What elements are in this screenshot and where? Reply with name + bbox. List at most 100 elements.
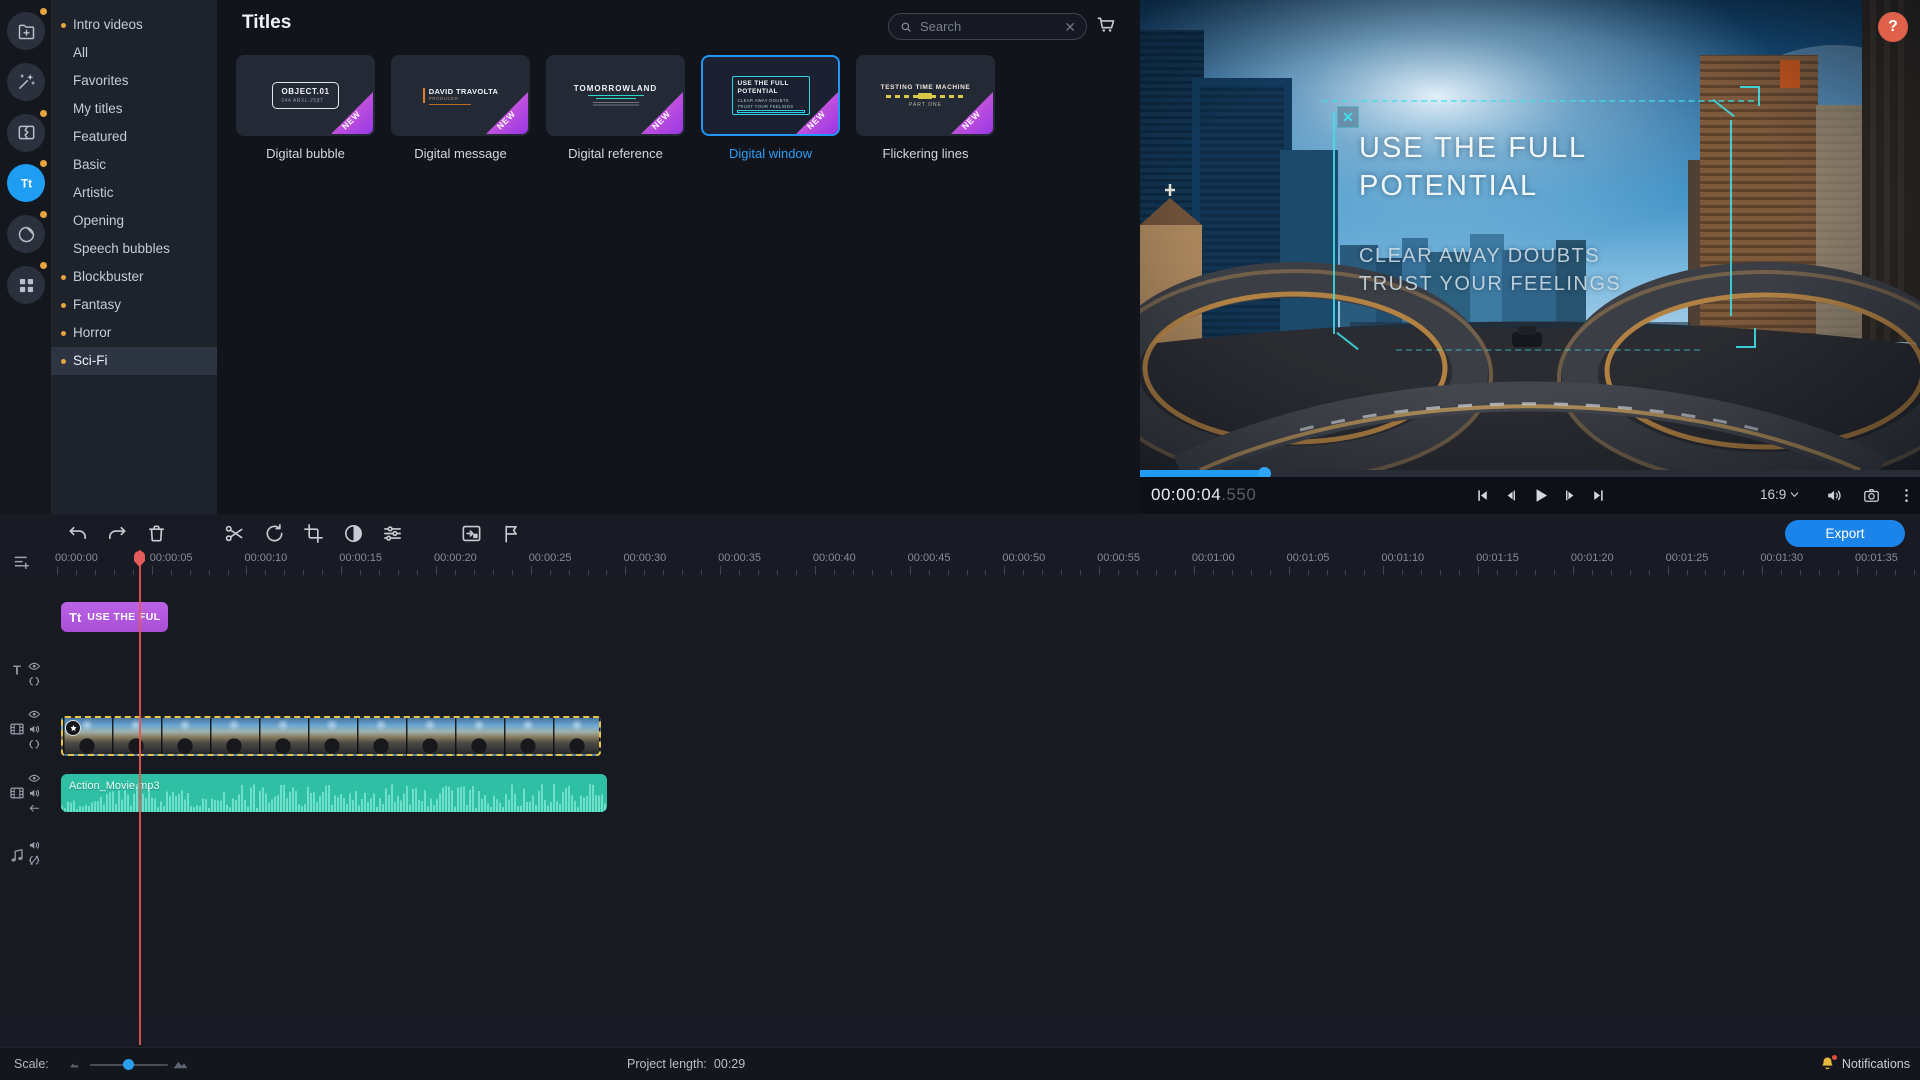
aspect-ratio-dropdown[interactable]: 16:9 [1760, 487, 1800, 502]
audio-clip[interactable]: Action_Movie.mp3 [61, 774, 607, 812]
search-clear-icon[interactable]: ✕ [1064, 20, 1076, 34]
video-track-mute-toggle[interactable] [28, 787, 41, 800]
export-button[interactable]: Export [1785, 520, 1905, 547]
title-track-link-toggle[interactable] [28, 675, 41, 688]
play-button[interactable] [1530, 485, 1551, 506]
sidebar-item-favorites[interactable]: Favorites [51, 67, 217, 95]
volume-button[interactable] [1825, 486, 1844, 505]
rail-import-button[interactable] [7, 12, 45, 50]
title-card-thumbnail: TOMORROWLANDNEW [546, 55, 685, 136]
sidebar-item-intro-videos[interactable]: Intro videos [51, 11, 217, 39]
sidebar-item-sci-fi[interactable]: Sci-Fi [51, 347, 217, 375]
ruler-tick [265, 570, 266, 575]
title-card-digital-window[interactable]: USE THE FULL POTENTIALCLEAR AWAY DOUBTST… [701, 55, 840, 161]
video-track-visibility-toggle[interactable] [28, 772, 41, 785]
ruler-tick [967, 570, 968, 575]
search-input[interactable] [920, 19, 1057, 34]
undo-button[interactable] [65, 521, 91, 547]
ruler-label: 00:00:00 [55, 552, 98, 564]
ruler-tick [114, 570, 115, 575]
ruler-tick [569, 570, 570, 575]
search-bar[interactable]: ✕ [888, 13, 1087, 40]
title-clip[interactable]: Tt USE THE FUL [61, 602, 168, 632]
rail-titles-button[interactable]: Tt [7, 164, 45, 202]
rail-transitions-button[interactable] [7, 114, 45, 152]
sidebar-item-horror[interactable]: Horror [51, 319, 217, 347]
title-clip-label: USE THE FUL [87, 611, 160, 623]
search-icon [899, 20, 913, 34]
snapshot-button[interactable] [1862, 486, 1881, 505]
video-track-back-toggle[interactable] [28, 802, 41, 815]
title-cards-row: OBJECT.01044 ARXL-2587NEWDigital bubbleD… [236, 55, 995, 161]
color-adjustments-button[interactable] [341, 521, 367, 547]
timeline-ruler[interactable]: 00:00:0000:00:0500:00:1000:00:1500:00:20… [0, 548, 1920, 576]
sidebar-item-blockbuster[interactable]: Blockbuster [51, 263, 217, 291]
clip-properties-button[interactable] [380, 521, 406, 547]
rail-more-tools-button[interactable] [7, 266, 45, 304]
bell-icon [1820, 1056, 1836, 1072]
scale-slider-handle[interactable] [123, 1059, 134, 1070]
sidebar-item-opening[interactable]: Opening [51, 207, 217, 235]
video-editor-app: Tt Intro videosAllFavoritesMy titlesFeat… [0, 0, 1920, 1080]
rail-filters-button[interactable] [7, 63, 45, 101]
new-content-dot [40, 160, 47, 167]
title-card-digital-bubble[interactable]: OBJECT.01044 ARXL-2587NEWDigital bubble [236, 55, 375, 161]
zoom-out-mountain-button[interactable] [68, 1058, 81, 1071]
ruler-tick [76, 570, 77, 575]
ruler-label: 00:00:30 [623, 552, 666, 564]
export-frame-button[interactable] [459, 521, 485, 547]
title-card-thumbnail: USE THE FULL POTENTIALCLEAR AWAY DOUBTST… [701, 55, 840, 136]
audio-track-mute-toggle[interactable] [28, 839, 41, 852]
video-clip[interactable] [61, 716, 601, 756]
help-button[interactable]: ? [1878, 12, 1908, 42]
ruler-tick [171, 570, 172, 575]
crop-button[interactable] [301, 521, 327, 547]
player-menu-button[interactable] [1897, 486, 1916, 505]
ruler-label: 00:00:35 [718, 552, 761, 564]
ruler-tick [1838, 570, 1839, 575]
notification-dot [1832, 1055, 1837, 1060]
title-card-digital-reference[interactable]: TOMORROWLANDNEWDigital reference [546, 55, 685, 161]
skip-to-start-button[interactable] [1474, 487, 1491, 504]
new-content-dot [61, 303, 66, 308]
previous-frame-button[interactable] [1502, 487, 1519, 504]
redo-button[interactable] [105, 521, 131, 547]
overlay-track-visibility-toggle[interactable] [28, 708, 41, 721]
ruler-tick [853, 570, 854, 575]
title-card-flickering-lines[interactable]: TESTING TIME MACHINEPART ONENEWFlickerin… [856, 55, 995, 161]
notifications-button[interactable]: Notifications [1820, 1056, 1910, 1072]
sidebar-item-speech-bubbles[interactable]: Speech bubbles [51, 235, 217, 263]
rotate-button[interactable] [262, 521, 288, 547]
sidebar-item-label: Fantasy [73, 297, 121, 312]
title-track-visibility-toggle[interactable] [28, 660, 41, 673]
overlay-close-button[interactable]: ✕ [1337, 106, 1359, 128]
split-button[interactable] [222, 521, 248, 547]
sidebar-item-basic[interactable]: Basic [51, 151, 217, 179]
sidebar-item-all[interactable]: All [51, 39, 217, 67]
sidebar-item-fantasy[interactable]: Fantasy [51, 291, 217, 319]
delete-button[interactable] [144, 521, 170, 547]
next-frame-button[interactable] [1562, 487, 1579, 504]
audio-track-unlink-toggle[interactable] [28, 854, 41, 867]
skip-to-end-button[interactable] [1590, 487, 1607, 504]
ruler-tick [948, 570, 949, 575]
store-cart-button[interactable] [1095, 13, 1121, 39]
rail-stickers-button[interactable] [7, 215, 45, 253]
overlay-track-mute-toggle[interactable] [28, 723, 41, 736]
sidebar-item-artistic[interactable]: Artistic [51, 179, 217, 207]
zoom-in-mountain-button[interactable] [172, 1055, 189, 1072]
ruler-tick [1175, 570, 1176, 575]
ruler-tick [1213, 570, 1214, 575]
title-card-label: Digital window [701, 146, 840, 161]
player-seekbar[interactable] [1140, 470, 1920, 477]
title-card-digital-message[interactable]: DAVID TRAVOLTAPRODUCERNEWDigital message [391, 55, 530, 161]
ruler-tick [1630, 570, 1631, 575]
sidebar-item-featured[interactable]: Featured [51, 123, 217, 151]
timeline-section: Export 00:00:0000:00:0500:00:1000:00:150… [0, 514, 1920, 1047]
overlay-track-link-toggle[interactable] [28, 738, 41, 751]
sidebar-item-my-titles[interactable]: My titles [51, 95, 217, 123]
kebab-menu-icon [1897, 486, 1916, 505]
ruler-tick [1819, 570, 1820, 575]
ruler-tick [758, 570, 759, 575]
marker-button[interactable] [499, 521, 525, 547]
